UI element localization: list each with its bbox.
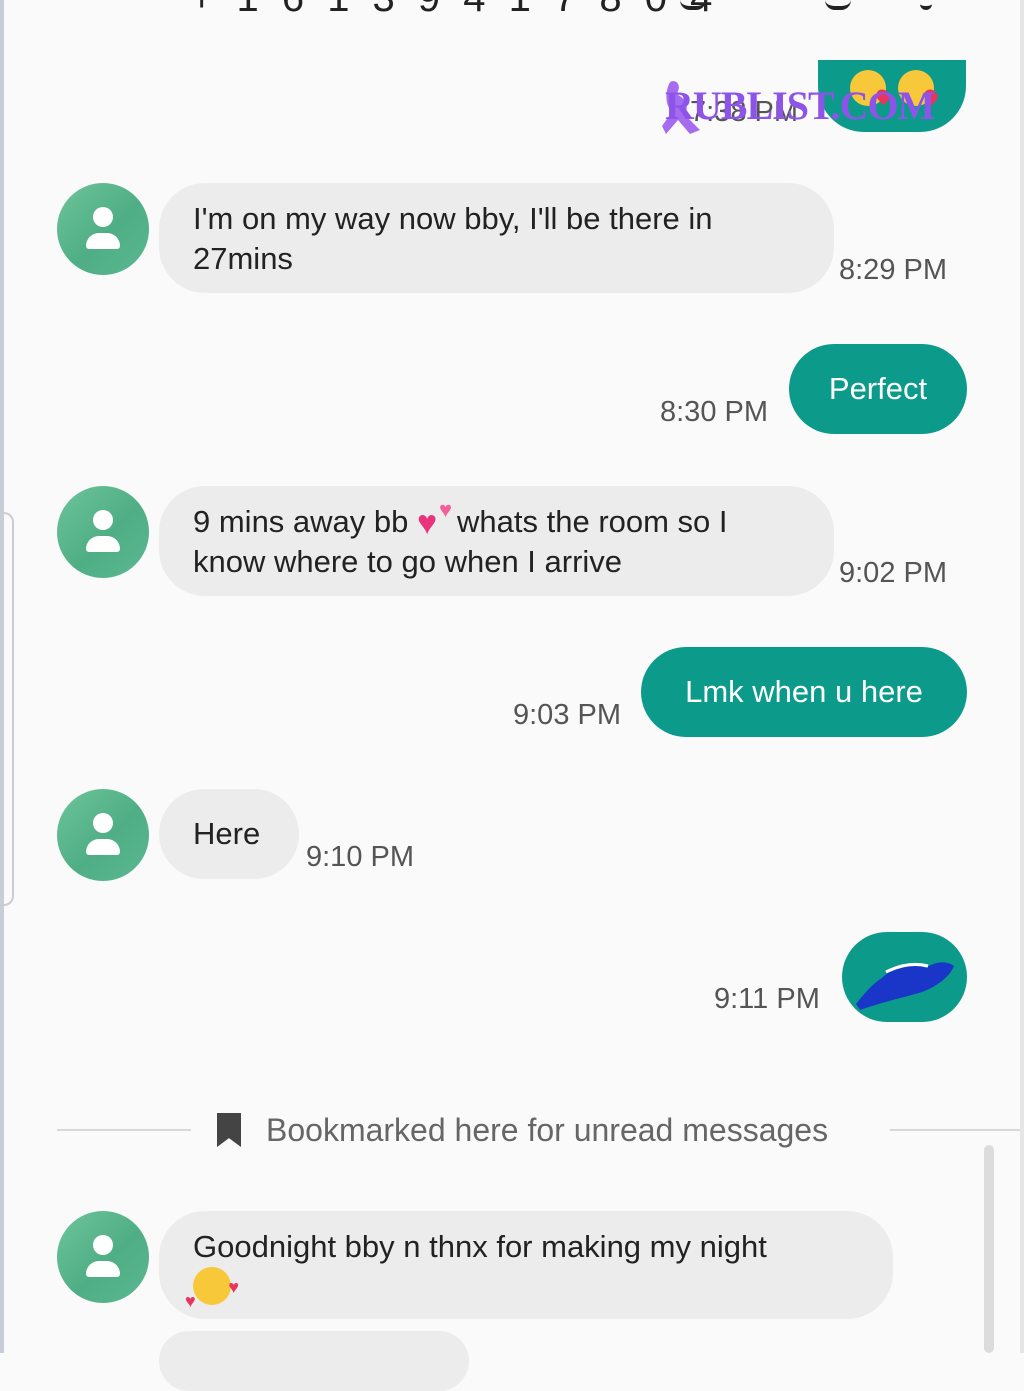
outgoing-message-bubble[interactable]: Perfect xyxy=(789,344,967,434)
divider-line xyxy=(57,1129,191,1131)
two-hearts-emoji xyxy=(417,500,457,538)
message-timestamp: 8:29 PM xyxy=(839,254,947,286)
incoming-message-bubble[interactable]: Goodnight bby n thnx for making my night xyxy=(159,1211,893,1321)
incoming-message-bubble[interactable]: 9 mins away bb whats the room so I know … xyxy=(159,486,834,596)
watermark: RUBLIST.COM xyxy=(665,83,935,128)
incoming-message-bubble[interactable]: I'm on my way now bby, I'll be there in … xyxy=(159,183,834,293)
header-title-fragment: + 1 6 1 3 9 4 1 7 8 0 4 xyxy=(190,0,718,12)
message-timestamp: 9:02 PM xyxy=(839,557,947,589)
person-icon xyxy=(93,813,113,833)
bookmark-label: Bookmarked here for unread messages xyxy=(266,1112,829,1148)
scrollbar[interactable] xyxy=(984,1145,994,1353)
message-text-line: know where to go when I arrive xyxy=(193,544,623,579)
search-icon[interactable] xyxy=(825,0,851,10)
more-options-icon[interactable] xyxy=(920,0,932,10)
message-timestamp: 9:11 PM xyxy=(714,983,820,1015)
incoming-message-bubble-partial[interactable] xyxy=(159,1331,469,1391)
person-icon xyxy=(93,510,113,530)
message-text-line: Goodnight bby n thnx for making my night xyxy=(193,1229,767,1264)
message-text-line: I'm on my way now bby, I'll be there in xyxy=(193,201,713,236)
edge-panel-handle[interactable] xyxy=(0,512,14,906)
message-timestamp: 8:30 PM xyxy=(660,396,768,428)
outgoing-message-bubble[interactable]: Lmk when u here xyxy=(641,647,967,737)
contact-avatar[interactable] xyxy=(57,183,149,275)
right-window-edge xyxy=(1020,0,1024,1353)
smiling-face-with-hearts-emoji xyxy=(185,1267,239,1321)
contact-avatar[interactable] xyxy=(57,1211,149,1303)
message-text-line: 9 mins away bb whats the room so I xyxy=(193,500,800,542)
divider-line xyxy=(890,1129,1020,1131)
person-icon xyxy=(93,207,113,227)
redacted-scribble-icon xyxy=(856,962,954,1010)
message-timestamp: 9:10 PM xyxy=(306,841,414,873)
contact-avatar[interactable] xyxy=(57,486,149,578)
contact-avatar[interactable] xyxy=(57,789,149,881)
outgoing-message-bubble[interactable] xyxy=(842,932,967,1022)
message-text-line: 27mins xyxy=(193,241,293,276)
header-bar-cropped: + 1 6 1 3 9 4 1 7 8 0 4 xyxy=(0,0,1024,12)
incoming-message-bubble[interactable]: Here xyxy=(159,789,299,879)
person-icon xyxy=(93,1235,113,1255)
bookmark-icon xyxy=(217,1113,241,1147)
message-timestamp: 9:03 PM xyxy=(513,699,621,731)
